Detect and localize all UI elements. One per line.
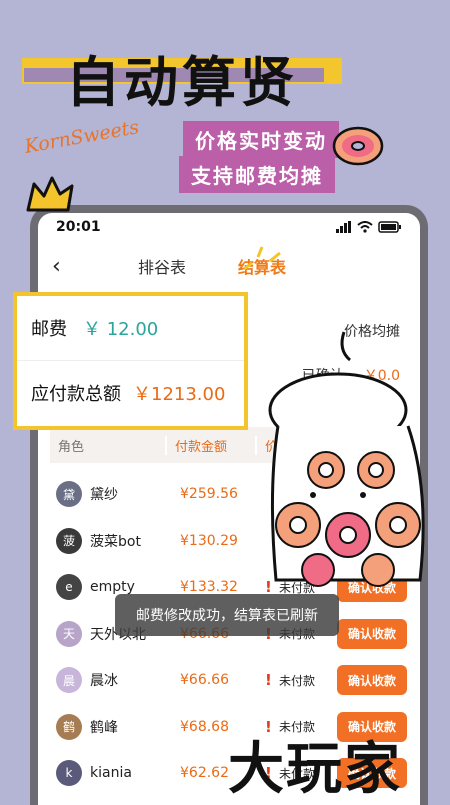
feature-tag-realtime-price: 价格实时变动 (183, 121, 339, 158)
row-name: 黛纱 (90, 487, 118, 504)
status-icons (336, 221, 402, 233)
row-amount: ¥130.29 (180, 532, 238, 549)
signal-icon (336, 221, 351, 233)
donut-bag-mascot-illustration (268, 331, 425, 587)
battery-icon (378, 221, 401, 233)
nav-bar: ‹ 排谷表 结算表 (38, 241, 420, 291)
avatar: 晨 (56, 667, 82, 694)
back-button[interactable]: ‹ (52, 254, 112, 279)
header-amount: 付款金额 (165, 435, 255, 455)
wifi-icon (357, 221, 373, 233)
total-value: ￥1213.00 (133, 383, 226, 405)
row-name: empty (90, 579, 135, 596)
toast-message: 邮费修改成功，结算表已刷新 (115, 594, 339, 636)
postage-label: 邮费 (31, 319, 67, 340)
avatar: 菠 (56, 527, 82, 554)
sparkle-icon (243, 246, 281, 271)
watermark-logo: 大玩家 (228, 737, 402, 802)
status-time: 20:01 (56, 219, 101, 235)
donut-icon (332, 126, 384, 166)
warning-icon: ! (265, 671, 272, 690)
brand-logo-text: KornSweets (22, 116, 141, 158)
promo-title: 自动算贤 (66, 51, 298, 114)
total-row: 应付款总额 ￥1213.00 (17, 360, 244, 424)
row-amount: ¥66.66 (180, 672, 229, 689)
row-amount: ¥259.56 (180, 486, 238, 503)
row-name: 鹤峰 (90, 719, 118, 736)
row-status: 未付款 (279, 673, 316, 688)
status-bar: 20:01 (38, 213, 420, 241)
tab-sorting-sheet[interactable]: 排谷表 (112, 254, 212, 278)
avatar: e (56, 574, 82, 601)
row-name: 菠菜bot (90, 533, 141, 550)
postage-summary-card: 邮费 ￥ 12.00 应付款总额 ￥1213.00 (13, 292, 248, 430)
row-name: kiania (90, 765, 132, 782)
total-label: 应付款总额 (31, 383, 121, 405)
header-role: 角色 (58, 439, 85, 455)
postage-value[interactable]: ￥ 12.00 (83, 315, 158, 341)
crown-icon (26, 176, 74, 212)
avatar: 天 (56, 620, 82, 647)
feature-tag-postage-split: 支持邮费均摊 (179, 156, 335, 193)
avatar: 鹤 (56, 713, 82, 740)
avatar: k (56, 760, 82, 787)
confirm-payment-button[interactable]: 确认收款 (337, 665, 407, 696)
avatar: 黛 (56, 481, 82, 508)
confirm-payment-button[interactable]: 确认收款 (337, 618, 407, 649)
table-row: 晨 晨冰 ¥66.66 ! 未付款 确认收款 (50, 657, 420, 704)
row-name: 晨冰 (90, 673, 118, 690)
row-amount: ¥133.32 (180, 579, 238, 596)
postage-row: 邮费 ￥ 12.00 (17, 296, 244, 360)
